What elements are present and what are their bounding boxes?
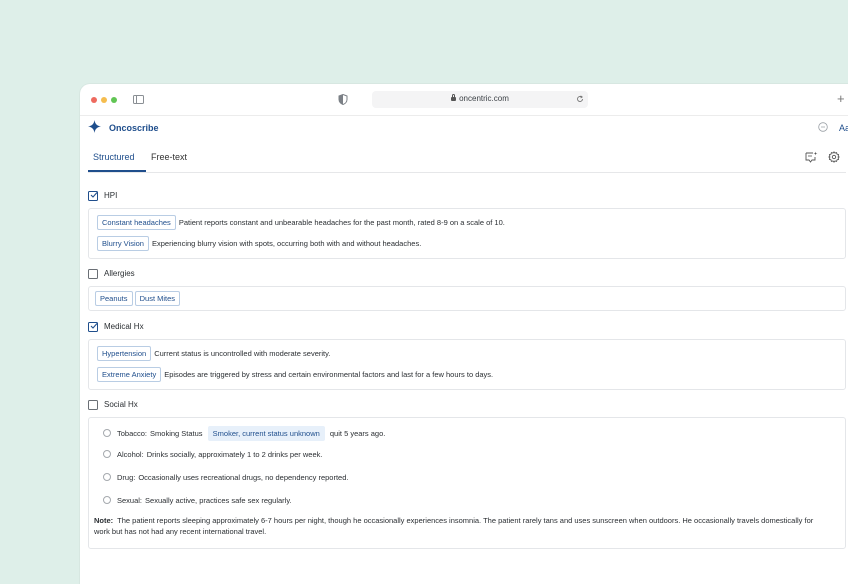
social-hx-checkbox[interactable] bbox=[88, 400, 98, 410]
social-hx-panel: Tobacco: Smoking Status Smoker, current s… bbox=[88, 417, 846, 549]
allergies-panel: Peanuts Dust Mites bbox=[88, 286, 846, 311]
item-text: Experiencing blurry vision with spots, o… bbox=[151, 239, 422, 248]
browser-window: oncentric.com + Oncoscribe Aa Structured… bbox=[80, 84, 848, 584]
item-text: Patient reports constant and unbearable … bbox=[178, 218, 505, 227]
list-item: Drug: Occasionally uses recreational drug… bbox=[103, 473, 348, 485]
tag-chip[interactable]: Peanuts bbox=[95, 291, 133, 306]
social-text: Occasionally uses recreational drugs, no… bbox=[138, 473, 349, 482]
social-key: Drug: bbox=[117, 473, 136, 482]
sparkle-logo-icon bbox=[88, 120, 101, 133]
social-text: Drinks socially, approximately 1 to 2 dr… bbox=[146, 450, 323, 459]
item-text: Episodes are triggered by stress and cer… bbox=[164, 370, 494, 379]
note-text: The patient reports sleeping approximate… bbox=[94, 516, 814, 536]
tag-chip[interactable]: Constant headaches bbox=[97, 215, 176, 230]
reload-icon[interactable] bbox=[576, 95, 584, 103]
view-tabs: Structured Free-text bbox=[88, 144, 846, 173]
social-pre-text: Smoking Status bbox=[150, 429, 203, 438]
list-item: Peanuts Dust Mites bbox=[95, 291, 181, 306]
lock-icon bbox=[451, 94, 457, 101]
checkmark-icon bbox=[90, 192, 98, 198]
browser-toolbar: oncentric.com + bbox=[80, 84, 848, 116]
social-key: Alcohol: bbox=[117, 450, 144, 459]
app-header: Oncoscribe Aa bbox=[80, 116, 848, 144]
item-text: Current status is uncontrolled with mode… bbox=[154, 349, 331, 358]
radio-button[interactable] bbox=[103, 496, 111, 504]
gear-icon[interactable] bbox=[828, 151, 840, 163]
minimize-window-button[interactable] bbox=[101, 97, 107, 103]
social-text: Sexually active, practices safe sex regu… bbox=[145, 496, 292, 505]
list-item: Hypertension Current status is uncontroll… bbox=[97, 346, 331, 361]
list-item: Tobacco: Smoking Status Smoker, current s… bbox=[103, 426, 386, 441]
tab-free-text[interactable]: Free-text bbox=[151, 152, 187, 162]
social-key: Tobacco: bbox=[117, 429, 148, 438]
tag-chip[interactable]: Dust Mites bbox=[134, 291, 181, 306]
zoom-out-icon[interactable] bbox=[818, 122, 828, 132]
list-item: Alcohol: Drinks socially, approximately 1… bbox=[103, 450, 322, 462]
hpi-panel: Constant headaches Patient reports consta… bbox=[88, 208, 846, 259]
url-display: oncentric.com bbox=[372, 94, 588, 103]
note-label: Note: bbox=[94, 516, 114, 525]
tab-structured[interactable]: Structured bbox=[93, 152, 135, 162]
social-post-text: quit 5 years ago. bbox=[329, 429, 386, 438]
tag-chip[interactable]: Blurry Vision bbox=[97, 236, 149, 251]
list-item: Extreme Anxiety Episodes are triggered by… bbox=[97, 367, 494, 382]
shield-icon[interactable] bbox=[338, 94, 348, 105]
hpi-checkbox[interactable] bbox=[88, 191, 98, 201]
social-note: Note: The patient reports sleeping approx… bbox=[94, 515, 824, 537]
close-window-button[interactable] bbox=[91, 97, 97, 103]
zoom-window-button[interactable] bbox=[111, 97, 117, 103]
ai-chat-icon[interactable] bbox=[805, 151, 818, 163]
section-label-hpi: HPI bbox=[104, 191, 118, 200]
font-size-button[interactable]: Aa bbox=[839, 123, 848, 133]
medical-hx-panel: Hypertension Current status is uncontroll… bbox=[88, 339, 846, 390]
list-item: Blurry Vision Experiencing blurry vision … bbox=[97, 236, 422, 251]
tag-chip[interactable]: Smoker, current status unknown bbox=[207, 426, 325, 441]
medical-hx-checkbox[interactable] bbox=[88, 322, 98, 332]
section-label-medical-hx: Medical Hx bbox=[104, 322, 144, 331]
section-label-allergies: Allergies bbox=[104, 269, 135, 278]
radio-button[interactable] bbox=[103, 429, 111, 437]
list-item: Sexual: Sexually active, practices safe s… bbox=[103, 496, 292, 508]
address-bar[interactable]: oncentric.com bbox=[372, 91, 588, 108]
social-key: Sexual: bbox=[117, 496, 143, 505]
url-text: oncentric.com bbox=[459, 94, 509, 103]
tag-chip[interactable]: Extreme Anxiety bbox=[97, 367, 162, 382]
allergies-checkbox[interactable] bbox=[88, 269, 98, 279]
app-name: Oncoscribe bbox=[109, 123, 159, 133]
tag-chip[interactable]: Hypertension bbox=[97, 346, 152, 361]
new-tab-icon[interactable]: + bbox=[837, 91, 845, 106]
list-item: Constant headaches Patient reports consta… bbox=[97, 215, 505, 230]
radio-button[interactable] bbox=[103, 473, 111, 481]
active-tab-indicator bbox=[88, 170, 146, 172]
sidebar-toggle-icon[interactable] bbox=[133, 95, 144, 104]
checkmark-icon bbox=[90, 323, 98, 329]
section-label-social-hx: Social Hx bbox=[104, 400, 138, 409]
radio-button[interactable] bbox=[103, 450, 111, 458]
